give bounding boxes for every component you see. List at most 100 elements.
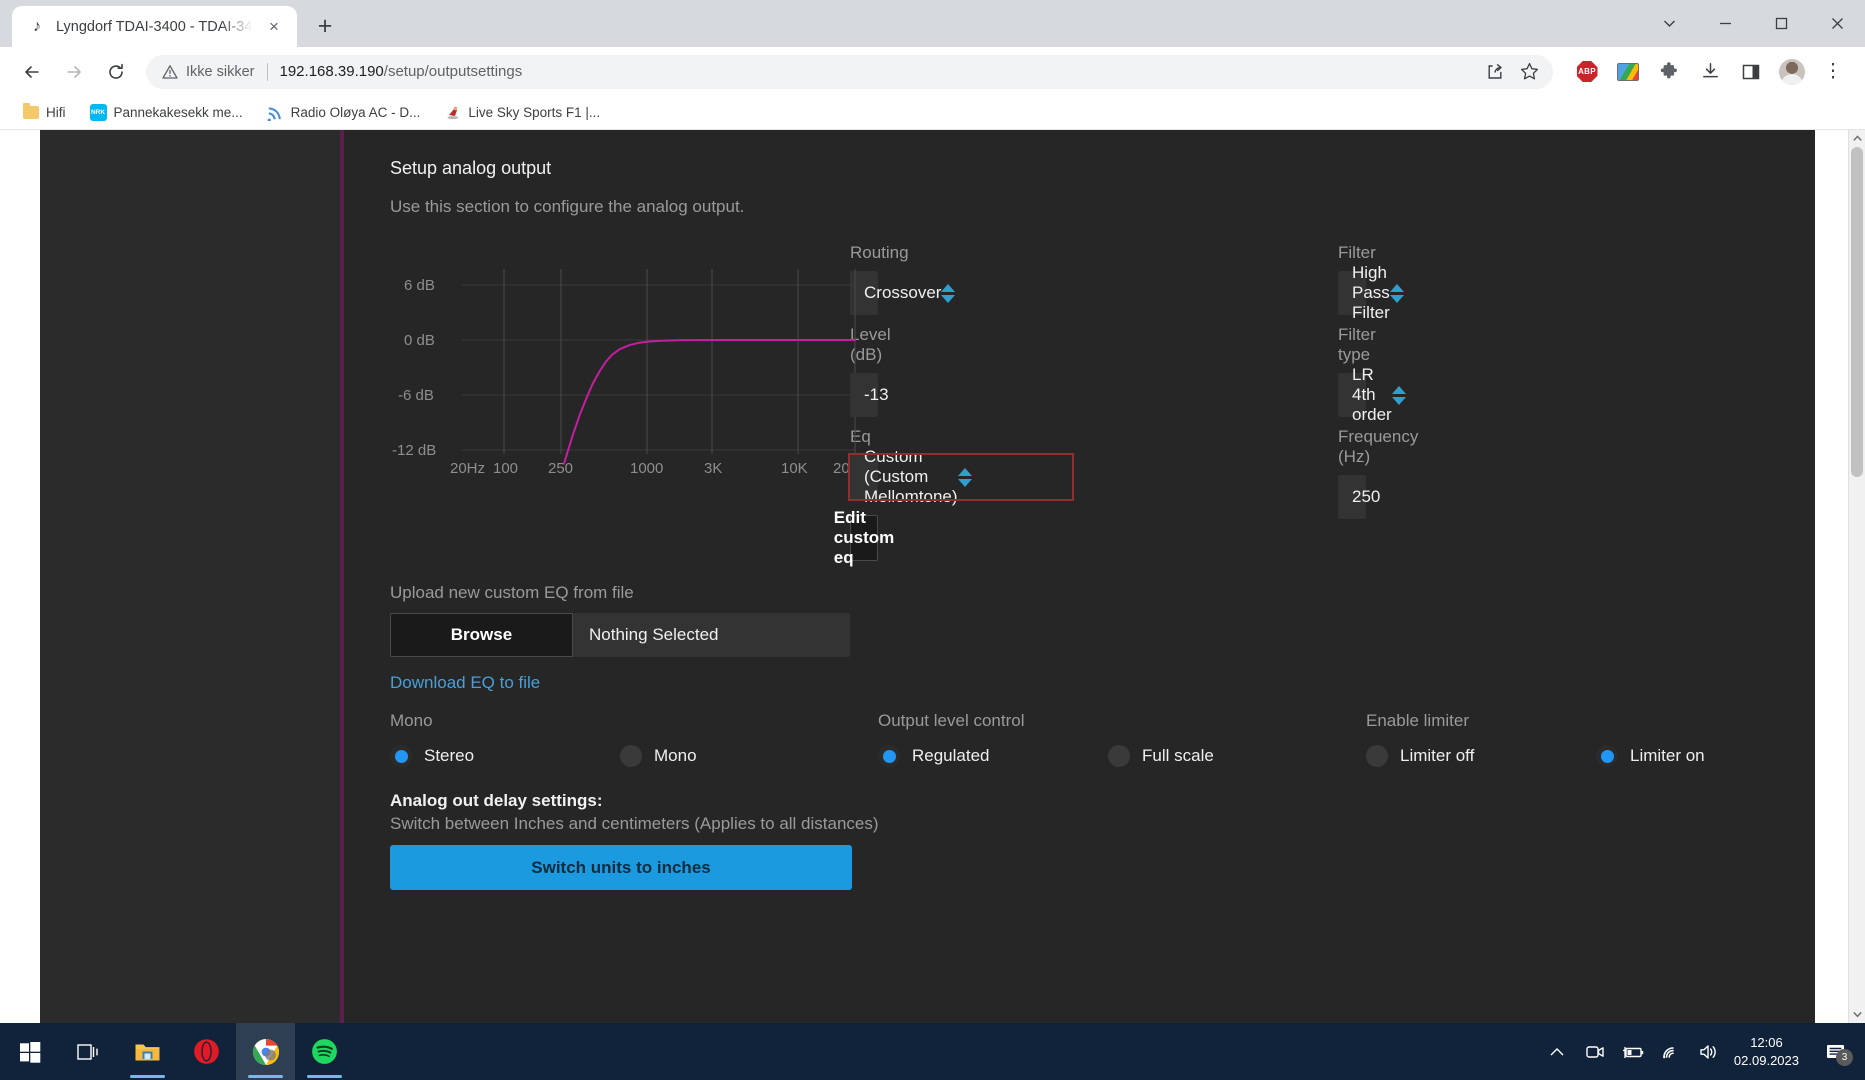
profile-avatar[interactable] (1772, 52, 1812, 92)
level-input[interactable]: -13 (850, 373, 889, 417)
filter-response-chart-cell: 6 dB 0 dB -6 dB -12 dB 20Hz 100 250 1000… (390, 233, 860, 477)
radio-indicator (1596, 745, 1618, 767)
taskbar-clock[interactable]: 12:06 02.09.2023 (1728, 1034, 1813, 1069)
tab-title: Lyngdorf TDAI-3400 - TDAI-3400 (56, 18, 253, 35)
output-level-options: Regulated Full scale (878, 745, 1366, 767)
url-text: 192.168.39.190/setup/outputsettings (280, 63, 523, 80)
edit-custom-eq-button[interactable]: Edit custom eq (834, 508, 894, 567)
reload-icon[interactable] (96, 52, 136, 92)
radio-option-limiter-off[interactable]: Limiter off (1366, 745, 1596, 767)
radio-option-mono[interactable]: Mono (620, 745, 850, 767)
scroll-up-arrow-icon[interactable] (1849, 130, 1865, 147)
address-bar[interactable]: Ikke sikker 192.168.39.190/setup/outputs… (146, 54, 1553, 89)
file-status: Nothing Selected (573, 613, 850, 657)
x-tick-label: 3K (704, 460, 722, 477)
forward-arrow-icon[interactable] (54, 52, 94, 92)
browser-tab[interactable]: ♪ Lyngdorf TDAI-3400 - TDAI-3400 × (12, 6, 297, 47)
bookmark-item[interactable]: Hifi (14, 100, 74, 125)
eq-value: Custom (Custom Mellomtone) (864, 447, 958, 506)
puzzle-extensions-icon[interactable] (1649, 52, 1689, 92)
camera-icon[interactable] (1576, 1023, 1614, 1080)
page-scrollbar[interactable] (1848, 130, 1865, 1023)
spotify-button[interactable] (295, 1023, 354, 1080)
minimize-icon[interactable] (1697, 0, 1753, 46)
downloads-icon[interactable] (1690, 52, 1730, 92)
notification-center-button[interactable]: 3 (1813, 1023, 1859, 1080)
chrome-menu-icon[interactable]: ⋮ (1813, 52, 1853, 92)
radio-option-limiter-on[interactable]: Limiter on (1596, 745, 1826, 767)
omnibox-divider (266, 62, 268, 81)
x-tick-label: 100 (493, 460, 518, 477)
x-tick-label: 20Hz (450, 460, 485, 477)
spinner-arrows-icon[interactable] (941, 283, 956, 303)
filter-select[interactable]: High Pass Filter (1338, 263, 1404, 322)
frequency-value: 250 (1352, 487, 1381, 506)
scrollbar-thumb[interactable] (1851, 147, 1863, 477)
bookmark-item[interactable]: Radio Oløya AC - D... (259, 100, 429, 125)
download-eq-link[interactable]: Download EQ to file (390, 673, 540, 693)
extension-icons: ABP ⋮ (1567, 52, 1853, 92)
back-arrow-icon[interactable] (12, 52, 52, 92)
sidepanel-icon[interactable] (1731, 52, 1771, 92)
bookmark-item[interactable]: NRK Pannekakesekk me... (82, 100, 251, 125)
bookmark-item[interactable]: Live Sky Sports F1 |... (436, 100, 608, 125)
avatar-image (1779, 58, 1805, 85)
filter-response-chart: 6 dB 0 dB -6 dB -12 dB 20Hz 100 250 1000… (390, 247, 860, 477)
settings-grid: Routing Crossover Filter High Pass Filte… (390, 233, 1815, 567)
routing-value: Crossover (864, 283, 942, 302)
y-tick-label: -6 dB (398, 387, 434, 404)
spinner-arrows-icon[interactable] (1391, 385, 1406, 405)
chevron-up-icon[interactable] (1538, 1023, 1576, 1080)
rss-icon (267, 104, 284, 121)
delay-title: Analog out delay settings: (390, 791, 603, 810)
upload-label: Upload new custom EQ from file (390, 583, 634, 602)
share-icon[interactable] (1479, 56, 1511, 88)
spinner-arrows-icon[interactable] (1389, 283, 1404, 303)
new-tab-button[interactable]: + (306, 7, 344, 45)
browse-button[interactable]: Browse (390, 613, 573, 657)
close-icon[interactable]: × (263, 16, 285, 38)
radio-option-full-scale[interactable]: Full scale (1108, 745, 1338, 767)
start-button[interactable] (0, 1023, 59, 1080)
volume-icon[interactable] (1690, 1023, 1728, 1080)
spotify-icon (312, 1039, 337, 1064)
maximize-icon[interactable] (1753, 0, 1809, 46)
battery-icon[interactable] (1614, 1023, 1652, 1080)
eq-select[interactable]: Custom (Custom Mellomtone) (848, 447, 1074, 506)
star-icon[interactable] (1513, 56, 1545, 88)
url-path: /setup/outputsettings (383, 63, 523, 80)
tab-strip: ♪ Lyngdorf TDAI-3400 - TDAI-3400 × + (0, 0, 1865, 47)
filter-response-curve (562, 339, 856, 465)
filter-type-select[interactable]: LR 4th order (1338, 365, 1406, 424)
radio-label: Limiter on (1630, 746, 1705, 765)
folder-icon (22, 103, 39, 121)
frequency-label: Frequency (Hz) (1338, 427, 1419, 466)
not-secure-warning[interactable]: Ikke sikker (162, 64, 255, 80)
page-viewport: Setup analog output Use this section to … (0, 130, 1865, 1023)
output-level-radio-group: Output level control Regulated Full scal… (878, 711, 1366, 767)
radio-option-stereo[interactable]: Stereo (390, 745, 620, 767)
scroll-down-arrow-icon[interactable] (1849, 1006, 1865, 1023)
file-explorer-button[interactable] (118, 1023, 177, 1080)
radio-indicator (878, 745, 900, 767)
chrome-button[interactable] (236, 1023, 295, 1080)
frequency-input[interactable]: 250 (1338, 475, 1380, 519)
wifi-icon[interactable] (1652, 1023, 1690, 1080)
opera-button[interactable] (177, 1023, 236, 1080)
switch-units-button[interactable]: Switch units to inches (390, 845, 852, 890)
y-tick-label: -12 dB (392, 442, 436, 459)
close-icon[interactable] (1809, 0, 1865, 46)
url-host: 192.168.39.190 (279, 63, 384, 80)
y-tick-label: 6 dB (404, 277, 435, 294)
task-view-button[interactable] (59, 1023, 118, 1080)
browser-toolbar: Ikke sikker 192.168.39.190/setup/outputs… (0, 47, 1865, 96)
adblock-plus-icon[interactable]: ABP (1567, 52, 1607, 92)
radio-option-regulated[interactable]: Regulated (878, 745, 1108, 767)
task-view-icon (76, 1043, 98, 1060)
screenshot-extension-icon[interactable] (1608, 52, 1648, 92)
spinner-arrows-icon[interactable] (957, 467, 972, 487)
x-tick-label: 250 (548, 460, 573, 477)
chevron-down-icon[interactable] (1641, 0, 1697, 46)
clock-time: 12:06 (1750, 1034, 1783, 1050)
upload-section: Upload new custom EQ from file Browse No… (390, 583, 1815, 693)
